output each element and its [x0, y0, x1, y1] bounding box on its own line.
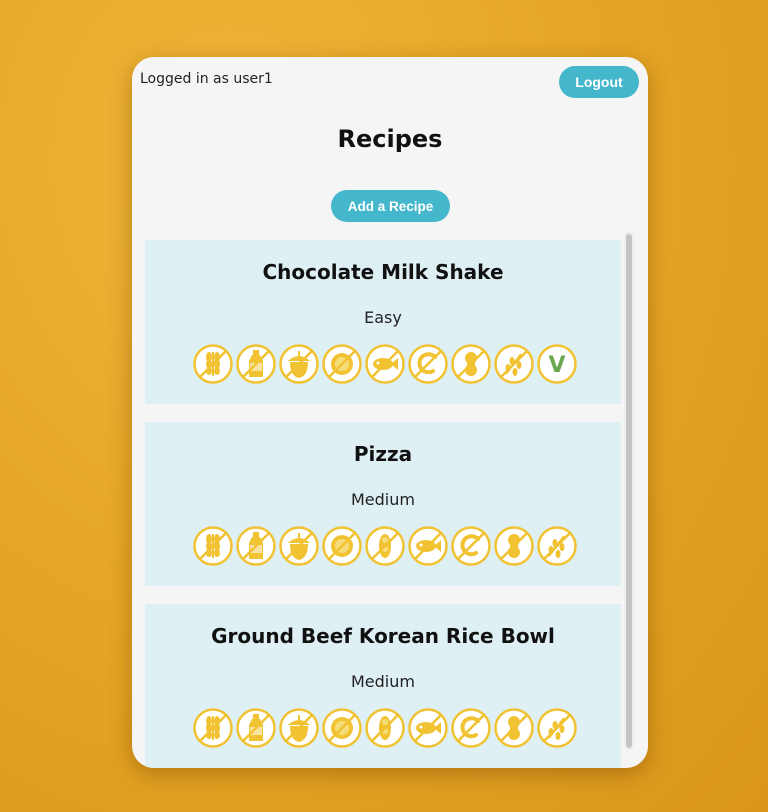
recipe-card[interactable]: Pizza Medium [145, 422, 621, 586]
dairy-free-icon [236, 344, 276, 384]
app-card: Logged in as user1 Logout Recipes Add a … [132, 57, 648, 768]
dairy-free-icon [236, 708, 276, 748]
allergen-icons [192, 525, 578, 567]
nut-free-icon [279, 344, 319, 384]
allergen-icons [192, 707, 578, 749]
soy-free-icon [365, 708, 405, 748]
dairy-free-icon [236, 526, 276, 566]
add-recipe-button[interactable]: Add a Recipe [331, 190, 450, 222]
egg-free-icon [322, 708, 362, 748]
fish-free-icon [408, 526, 448, 566]
logout-button[interactable]: Logout [559, 66, 639, 98]
shellfish-free-icon [408, 344, 448, 384]
shellfish-free-icon [451, 708, 491, 748]
recipe-difficulty: Medium [351, 490, 415, 509]
sesame-free-icon [494, 344, 534, 384]
peanut-free-icon [494, 526, 534, 566]
egg-free-icon [322, 526, 362, 566]
fish-free-icon [365, 344, 405, 384]
nut-free-icon [279, 526, 319, 566]
recipe-card[interactable]: Chocolate Milk Shake Easy V [145, 240, 621, 404]
scrollbar-thumb[interactable] [626, 234, 632, 748]
allergen-icons: V [192, 343, 578, 385]
shellfish-free-icon [451, 526, 491, 566]
egg-free-icon [322, 344, 362, 384]
fish-free-icon [408, 708, 448, 748]
vegan-icon: V [537, 344, 577, 384]
page-title: Recipes [337, 125, 443, 153]
scrollbar[interactable] [624, 232, 634, 750]
recipe-name: Pizza [353, 442, 413, 466]
soy-free-icon [365, 526, 405, 566]
nut-free-icon [279, 708, 319, 748]
recipe-name: Ground Beef Korean Rice Bowl [211, 624, 555, 648]
wheat-free-icon [193, 526, 233, 566]
peanut-free-icon [494, 708, 534, 748]
sesame-free-icon [537, 526, 577, 566]
peanut-free-icon [451, 344, 491, 384]
logged-in-user-text: Logged in as user1 [140, 71, 273, 87]
svg-text:V: V [548, 353, 565, 378]
recipe-difficulty: Medium [351, 672, 415, 691]
recipe-difficulty: Easy [364, 308, 402, 327]
wheat-free-icon [193, 344, 233, 384]
wheat-free-icon [193, 708, 233, 748]
recipe-list: Chocolate Milk Shake Easy V Pizza Medium… [145, 240, 621, 768]
recipe-card[interactable]: Ground Beef Korean Rice Bowl Medium [145, 604, 621, 768]
sesame-free-icon [537, 708, 577, 748]
recipe-name: Chocolate Milk Shake [262, 260, 504, 284]
